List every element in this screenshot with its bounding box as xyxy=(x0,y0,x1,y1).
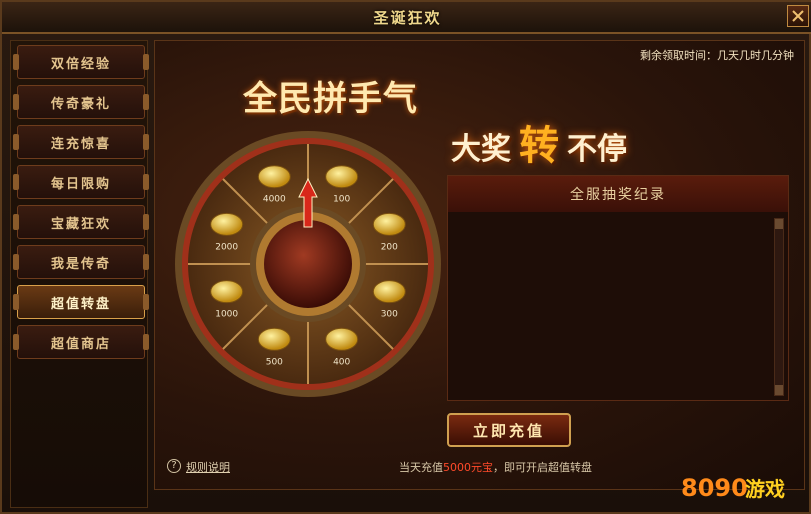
prize-amount: 200 xyxy=(381,242,398,252)
sidebar-item-double-exp[interactable]: 双倍经验 xyxy=(13,45,149,79)
logo-number: 8090 xyxy=(681,474,748,502)
treasure-bag-icon xyxy=(257,327,291,351)
sidebar-item-label: 传奇豪礼 xyxy=(50,96,111,112)
sidebar-item-label: 双倍经验 xyxy=(50,56,111,72)
prize-amount: 4000 xyxy=(263,195,286,205)
sidebar-item-label: 我是传奇 xyxy=(50,256,111,272)
gold-pile-icon xyxy=(210,280,244,304)
headline-part: 大奖 xyxy=(451,132,511,167)
prize-amount: 1000 xyxy=(215,310,238,320)
logo-text: 游戏 xyxy=(745,477,785,501)
headline-spin-char: 转 xyxy=(519,123,559,169)
gold-pile-icon xyxy=(210,212,244,236)
headline-big-prize: 大奖转不停 xyxy=(451,113,627,171)
spin-button[interactable] xyxy=(264,220,352,308)
site-logo: 8090 游戏 xyxy=(681,474,785,502)
help-icon[interactable]: ? xyxy=(167,459,181,473)
window-title: 圣诞狂欢 xyxy=(373,9,442,27)
gold-ingots-icon xyxy=(325,327,359,351)
sidebar-item-recharge-surprise[interactable]: 连充惊喜 xyxy=(13,125,149,159)
sidebar: 双倍经验 传奇豪礼 连充惊喜 每日限购 宝藏狂欢 我是传奇 超值转盘 超值商店 xyxy=(10,40,149,508)
sidebar-item-treasure-carnival[interactable]: 宝藏狂欢 xyxy=(13,205,149,239)
rules-link[interactable]: 规则说明 xyxy=(186,459,230,475)
scroll-up-icon[interactable] xyxy=(775,219,783,229)
sidebar-item-daily-limited[interactable]: 每日限购 xyxy=(13,165,149,199)
remaining-time: 剩余领取时间：几天几时几分钟 xyxy=(640,49,794,62)
headline-part: 不停 xyxy=(567,132,627,167)
main-panel: 剩余领取时间：几天几时几分钟 全民拼手气 大奖转不停 100 200 300 4… xyxy=(154,40,805,490)
gold-ingots-icon xyxy=(372,280,406,304)
sidebar-item-legend-gift[interactable]: 传奇豪礼 xyxy=(13,85,149,119)
close-icon xyxy=(792,10,804,22)
notice-text: ，即可开启超值转盘 xyxy=(493,461,592,474)
event-window: 圣诞狂欢 双倍经验 传奇豪礼 连充惊喜 每日限购 宝藏狂欢 我是传奇 超值转盘 … xyxy=(0,0,811,514)
notice-text: 当天充值 xyxy=(399,461,443,474)
headline-lucky-draw: 全民拼手气 xyxy=(243,79,418,119)
sidebar-item-label: 超值转盘 xyxy=(50,296,111,312)
prize-amount: 2000 xyxy=(215,242,238,252)
gold-chest-icon xyxy=(257,165,291,189)
recharge-now-button[interactable]: 立即充值 xyxy=(447,413,571,447)
draw-records-title: 全服抽奖纪录 xyxy=(448,176,788,212)
title-bar: 圣诞狂欢 xyxy=(2,2,811,34)
unlock-notice: 当天充值5000元宝，即可开启超值转盘 xyxy=(399,459,592,475)
sidebar-item-label: 连充惊喜 xyxy=(50,136,111,152)
scroll-down-icon[interactable] xyxy=(775,385,783,395)
sidebar-item-label: 超值商店 xyxy=(50,336,111,352)
prize-amount: 500 xyxy=(266,357,283,367)
gold-ingots-icon xyxy=(372,212,406,236)
notice-amount: 5000元宝 xyxy=(443,461,493,474)
sidebar-item-label: 每日限购 xyxy=(50,176,111,192)
sidebar-item-value-shop[interactable]: 超值商店 xyxy=(13,325,149,359)
sidebar-item-label: 宝藏狂欢 xyxy=(50,216,111,232)
close-button[interactable] xyxy=(787,5,809,27)
prize-amount: 100 xyxy=(333,195,350,205)
gold-ingot-icon xyxy=(325,165,359,189)
prize-amount: 300 xyxy=(381,310,398,320)
sidebar-item-i-am-legend[interactable]: 我是传奇 xyxy=(13,245,149,279)
sidebar-item-value-wheel[interactable]: 超值转盘 xyxy=(13,285,149,319)
lottery-wheel: 100 200 300 400 500 1000 2000 4000 xyxy=(175,131,441,397)
records-scrollbar[interactable] xyxy=(774,218,784,396)
prize-amount: 400 xyxy=(333,357,350,367)
draw-records-panel: 全服抽奖纪录 xyxy=(447,175,789,401)
